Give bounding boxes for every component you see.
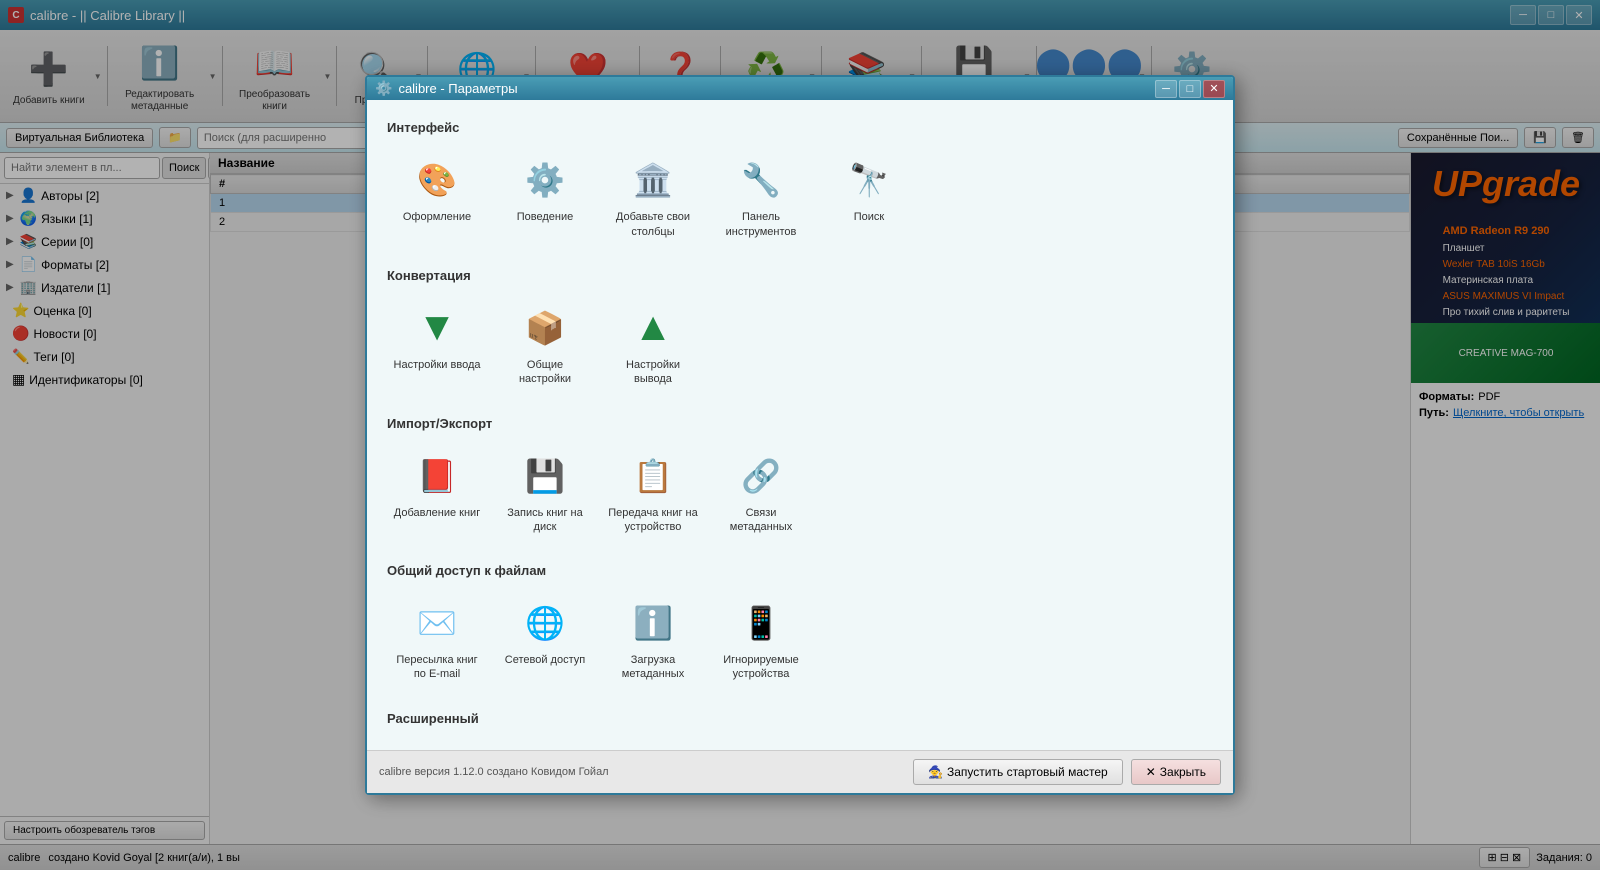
input-settings-icon: ▼: [413, 304, 461, 352]
send-to-device-icon: 📋: [629, 452, 677, 500]
close-label: Закрыть: [1160, 765, 1206, 779]
common-settings-label: Общие настройки: [500, 358, 590, 387]
modal-maximize-button[interactable]: □: [1179, 80, 1201, 98]
send-to-device-item[interactable]: 📋 Передача книг на устройство: [603, 443, 703, 544]
output-settings-icon: ▲: [629, 304, 677, 352]
metadata-links-icon: 🔗: [737, 452, 785, 500]
email-item[interactable]: ✉️ Пересылка книг по E-mail: [387, 590, 487, 691]
toolbar-label: Панель инструментов: [716, 210, 806, 239]
modal-title: calibre - Параметры: [398, 81, 517, 96]
modal-close-button[interactable]: ✕: [1203, 80, 1225, 98]
advanced-settings-item[interactable]: 📦 Расширенные настройки: [495, 738, 595, 750]
toolbar-icon: 🔧: [737, 156, 785, 204]
behavior-item[interactable]: ⚙️ Поведение: [495, 147, 595, 248]
interface-section-title: Интерфейс: [387, 120, 1213, 135]
add-books-settings-icon: 📕: [413, 452, 461, 500]
metadata-download-label: Загрузка метаданных: [608, 653, 698, 682]
appearance-item[interactable]: 🎨 Оформление: [387, 147, 487, 248]
plugins-item[interactable]: 🧩 Плагины: [387, 738, 487, 750]
email-icon: ✉️: [413, 599, 461, 647]
modal-titlebar: ⚙️ calibre - Параметры ─ □ ✕: [367, 77, 1233, 100]
modal-icon: ⚙️: [375, 80, 392, 97]
network-label: Сетевой доступ: [505, 653, 585, 667]
modal-content: Интерфейс 🎨 Оформление ⚙️ Поведение 🏛️ Д…: [367, 100, 1233, 750]
columns-label: Добавьте свои столбцы: [608, 210, 698, 239]
add-books-settings-label: Добавление книг: [394, 506, 480, 520]
save-to-disk-settings-icon: 💾: [521, 452, 569, 500]
toolbar-item[interactable]: 🔧 Панель инструментов: [711, 147, 811, 248]
keyboard-item[interactable]: ⌨️ Клавиатура: [711, 738, 811, 750]
output-settings-label: Настройки вывода: [608, 358, 698, 387]
sharing-section-title: Общий доступ к файлам: [387, 563, 1213, 578]
close-icon: ✕: [1146, 765, 1156, 779]
add-books-settings-item[interactable]: 📕 Добавление книг: [387, 443, 487, 544]
wizard-icon: 🧙: [928, 765, 943, 779]
search-pref-icon: 🔭: [845, 156, 893, 204]
version-text: calibre версия 1.12.0 создано Ковидом Го…: [379, 766, 609, 778]
conversion-icons-grid: ▼ Настройки ввода 📦 Общие настройки ▲ На…: [387, 295, 1213, 396]
ignored-devices-label: Игнорируемые устройства: [716, 653, 806, 682]
network-item[interactable]: 🌐 Сетевой доступ: [495, 590, 595, 691]
common-settings-icon: 📦: [521, 304, 569, 352]
import-export-section-title: Импорт/Экспорт: [387, 416, 1213, 431]
sharing-icons-grid: ✉️ Пересылка книг по E-mail 🌐 Сетевой до…: [387, 590, 1213, 691]
appearance-icon: 🎨: [413, 156, 461, 204]
metadata-download-icon: ℹ️: [629, 599, 677, 647]
interface-icons-grid: 🎨 Оформление ⚙️ Поведение 🏛️ Добавьте св…: [387, 147, 1213, 248]
start-wizard-label: Запустить стартовый мастер: [947, 765, 1108, 779]
input-settings-item[interactable]: ▼ Настройки ввода: [387, 295, 487, 396]
settings-modal: ⚙️ calibre - Параметры ─ □ ✕ Интерфейс 🎨…: [365, 75, 1235, 795]
metadata-links-item[interactable]: 🔗 Связи метаданных: [711, 443, 811, 544]
advanced-section-title: Расширенный: [387, 711, 1213, 726]
modal-close-footer-button[interactable]: ✕ Закрыть: [1131, 759, 1221, 785]
ignored-devices-item[interactable]: 📱 Игнорируемые устройства: [711, 590, 811, 691]
metadata-links-label: Связи метаданных: [716, 506, 806, 535]
modal-controls: ─ □ ✕: [1155, 80, 1225, 98]
ignored-devices-icon: 📱: [737, 599, 785, 647]
save-to-disk-settings-label: Запись книг на диск: [500, 506, 590, 535]
modal-overlay: ⚙️ calibre - Параметры ─ □ ✕ Интерфейс 🎨…: [0, 0, 1600, 870]
modal-minimize-button[interactable]: ─: [1155, 80, 1177, 98]
behavior-icon: ⚙️: [521, 156, 569, 204]
import-export-icons-grid: 📕 Добавление книг 💾 Запись книг на диск …: [387, 443, 1213, 544]
output-settings-item[interactable]: ▲ Настройки вывода: [603, 295, 703, 396]
modal-footer-buttons: 🧙 Запустить стартовый мастер ✕ Закрыть: [913, 759, 1221, 785]
conversion-section-title: Конвертация: [387, 268, 1213, 283]
input-settings-label: Настройки ввода: [394, 358, 481, 372]
advanced-icons-grid: 🧩 Плагины 📦 Расширенные настройки ⚙️ Раз…: [387, 738, 1213, 750]
columns-item[interactable]: 🏛️ Добавьте свои столбцы: [603, 147, 703, 248]
misc-item[interactable]: ⚙️ Разное: [603, 738, 703, 750]
common-settings-item[interactable]: 📦 Общие настройки: [495, 295, 595, 396]
metadata-download-item[interactable]: ℹ️ Загрузка метаданных: [603, 590, 703, 691]
search-pref-label: Поиск: [854, 210, 884, 224]
appearance-label: Оформление: [403, 210, 471, 224]
save-to-disk-settings-item[interactable]: 💾 Запись книг на диск: [495, 443, 595, 544]
modal-footer: calibre версия 1.12.0 создано Ковидом Го…: [367, 750, 1233, 793]
network-icon: 🌐: [521, 599, 569, 647]
columns-icon: 🏛️: [629, 156, 677, 204]
start-wizard-button[interactable]: 🧙 Запустить стартовый мастер: [913, 759, 1123, 785]
email-label: Пересылка книг по E-mail: [392, 653, 482, 682]
send-to-device-label: Передача книг на устройство: [608, 506, 698, 535]
template-functions-item[interactable]: 📊 Функции Шаблона: [819, 738, 919, 750]
behavior-label: Поведение: [517, 210, 574, 224]
search-item[interactable]: 🔭 Поиск: [819, 147, 919, 248]
